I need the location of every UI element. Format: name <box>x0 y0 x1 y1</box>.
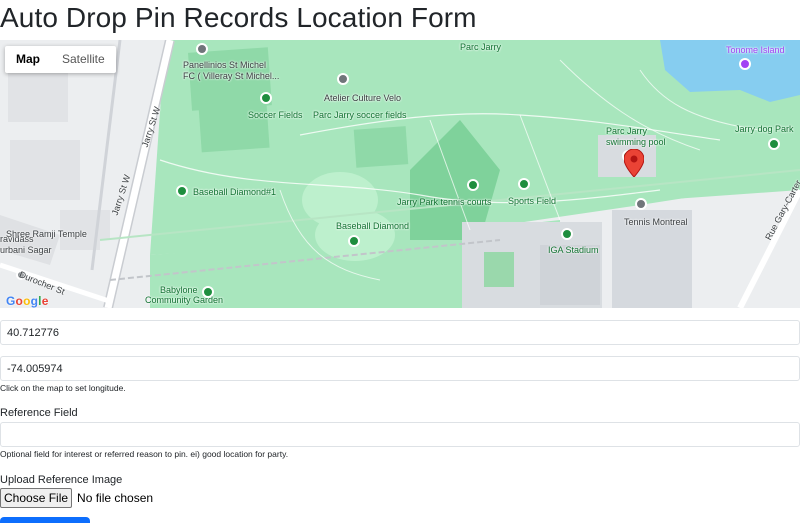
tree-icon[interactable] <box>768 138 780 150</box>
map-type-map-button[interactable]: Map <box>5 46 51 73</box>
poi-label[interactable]: Parc Jarry <box>606 126 647 136</box>
file-status-text: No file chosen <box>77 491 154 505</box>
poi-label[interactable]: Community Garden <box>145 295 223 305</box>
reference-help-text: Optional field for interest or referred … <box>0 449 289 459</box>
stadium-icon[interactable] <box>561 228 573 240</box>
reference-field-input[interactable] <box>0 422 800 447</box>
poi-label[interactable]: Babylone <box>160 285 198 295</box>
longitude-input[interactable] <box>0 356 800 381</box>
latitude-input[interactable] <box>0 320 800 345</box>
page-title: Auto Drop Pin Records Location Form <box>0 2 477 33</box>
poi-label[interactable]: FC ( Villeray St Michel... <box>183 71 279 81</box>
red-location-pin-icon[interactable] <box>624 149 644 177</box>
poi-label[interactable]: swimming pool <box>606 137 666 147</box>
park-icon[interactable] <box>518 178 530 190</box>
poi-label[interactable]: Panellinios St Michel <box>183 60 266 70</box>
poi-label[interactable]: Baseball Diamond <box>336 221 409 231</box>
education-icon[interactable] <box>635 198 647 210</box>
reference-field-label: Reference Field <box>0 407 78 419</box>
park-icon[interactable] <box>176 185 188 197</box>
longitude-help-text: Click on the map to set longitude. <box>0 383 126 393</box>
upload-image-label: Upload Reference Image <box>0 474 123 486</box>
poi-label[interactable]: urbani Sagar <box>0 245 52 255</box>
map-type-satellite-button[interactable]: Satellite <box>51 46 116 73</box>
map-type-control: Map Satellite <box>5 46 116 73</box>
place-icon[interactable] <box>337 73 349 85</box>
poi-label[interactable]: Jarry dog Park <box>735 124 794 134</box>
file-input: Choose File No file chosen <box>0 488 153 508</box>
choose-file-button[interactable]: Choose File <box>0 488 73 508</box>
poi-label[interactable]: Soccer Fields <box>248 110 303 120</box>
poi-label[interactable]: IGA Stadium <box>548 245 599 255</box>
poi-label[interactable]: Parc Jarry soccer fields <box>313 110 407 120</box>
poi-label[interactable]: Sports Field <box>508 196 556 206</box>
poi-label[interactable]: Parc Jarry <box>460 42 501 52</box>
poi-label[interactable]: Tonome Island <box>726 45 785 55</box>
place-icon[interactable] <box>196 43 208 55</box>
poi-label[interactable]: Shree Ramji Temple <box>6 229 87 239</box>
poi-label[interactable]: Baseball Diamond#1 <box>193 187 276 197</box>
park-icon[interactable] <box>467 179 479 191</box>
map[interactable]: Parc Jarry Tonome Island Panellinios St … <box>0 40 800 308</box>
park-icon[interactable] <box>260 92 272 104</box>
map-canvas[interactable] <box>0 40 800 308</box>
park-icon[interactable] <box>348 235 360 247</box>
poi-label[interactable]: Tennis Montreal <box>624 217 688 227</box>
google-logo: Google <box>6 294 49 308</box>
attraction-icon[interactable] <box>739 58 751 70</box>
poi-label[interactable]: Jarry Park tennis courts <box>397 197 492 207</box>
google-logo-letter: G <box>6 294 16 308</box>
submit-button[interactable] <box>0 517 90 523</box>
poi-label[interactable]: Atelier Culture Velo <box>324 93 401 103</box>
